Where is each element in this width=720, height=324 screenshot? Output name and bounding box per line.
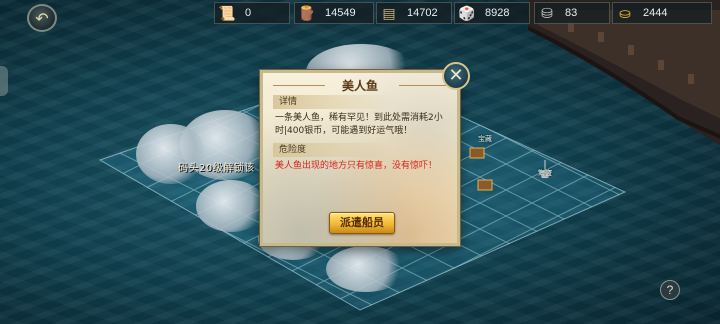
resource-lumber[interactable]: 🪵 14549 (294, 2, 374, 24)
details-label: 详情 (273, 95, 393, 109)
silver-ingot-icon: ⛁ (541, 4, 553, 21)
help-icon: ? (666, 283, 674, 297)
scroll-icon: 📜 (218, 4, 236, 21)
dock-unlock-label: 码头20级解锁该 (178, 163, 255, 174)
resource-value: 0 (245, 7, 252, 19)
resource-gold[interactable]: ⛀ 2444 (612, 2, 712, 24)
resource-dice[interactable]: 🎲 8928 (454, 2, 530, 24)
treasure-chest-icon[interactable] (477, 179, 493, 191)
help-button[interactable]: ? (660, 280, 680, 300)
treasure-chest-icon[interactable] (469, 147, 485, 159)
danger-label: 危险度 (273, 143, 393, 157)
back-arrow-icon: ↶ (35, 8, 49, 28)
resource-value: 8928 (485, 7, 510, 19)
back-button[interactable]: ↶ (27, 4, 57, 32)
resource-cloth[interactable]: ▤ 14702 (376, 2, 452, 24)
details-text: 一条美人鱼，稀有罕见！到此处需消耗2小时|400银币，可能遇到好运气哦！ (275, 113, 443, 136)
danger-text: 美人鱼出现的地方只有惊喜，没有惊吓！ (275, 161, 438, 171)
gold-ingot-icon: ⛀ (619, 4, 631, 21)
cloth-icon: ▤ (382, 4, 396, 21)
mermaid-dialog: 美人鱼 详情 一条美人鱼，稀有罕见！到此处需消耗2小时|400银币，可能遇到好运… (260, 70, 460, 246)
resource-value: 2444 (643, 7, 668, 19)
close-button[interactable]: ✕ (442, 62, 470, 90)
dialog-title: 美人鱼 (341, 79, 378, 93)
resource-value: 14549 (325, 7, 356, 19)
resource-value: 83 (565, 7, 578, 19)
side-drawer-handle[interactable] (0, 66, 8, 96)
resource-silver[interactable]: ⛁ 83 (534, 2, 610, 24)
map-tag: 宝藏 (478, 135, 492, 143)
resource-value: 14702 (407, 7, 438, 19)
fog-cloud (326, 246, 406, 292)
resource-scroll[interactable]: 📜 0 (214, 2, 290, 24)
fog-cloud (196, 180, 266, 232)
lumber-icon: 🪵 (298, 4, 316, 21)
close-icon: ✕ (448, 65, 464, 86)
dispatch-crew-button[interactable]: 派遣船员 (329, 212, 395, 234)
fog-cloud (136, 124, 206, 184)
map-tag: 海盗 (538, 169, 552, 177)
dice-icon: 🎲 (458, 4, 476, 21)
